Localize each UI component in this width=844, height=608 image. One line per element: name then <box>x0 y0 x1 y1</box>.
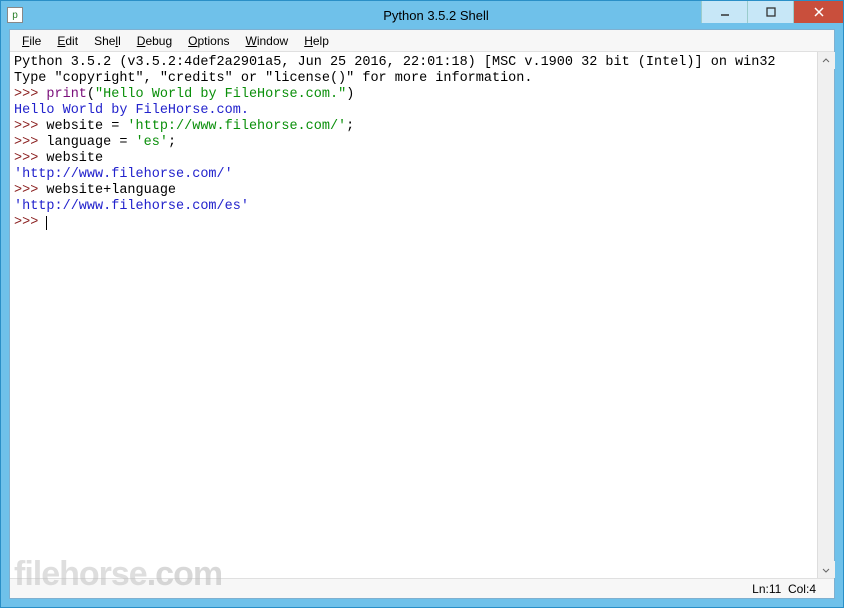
col-label: Col: <box>788 582 809 596</box>
col-number: 4 <box>809 582 816 596</box>
minimize-button[interactable] <box>701 1 747 23</box>
prompt: >>> <box>14 135 46 150</box>
paren-close: ) <box>346 87 354 102</box>
statusbar: Ln: 11 Col: 4 <box>10 578 834 598</box>
titlebar[interactable]: p Python 3.5.2 Shell <box>1 1 843 29</box>
banner-line-2: Type "copyright", "credits" or "license(… <box>14 71 532 86</box>
menubar: File Edit Shell Debug Options Window Hel… <box>10 30 834 52</box>
menu-file[interactable]: File <box>14 32 49 50</box>
prompt: >>> <box>14 119 46 134</box>
menu-help[interactable]: Help <box>296 32 337 50</box>
string-literal: 'es' <box>136 135 168 150</box>
menu-window[interactable]: Window <box>238 32 297 50</box>
maximize-button[interactable] <box>747 1 793 23</box>
code-text: ; <box>168 135 176 150</box>
prompt: >>> <box>14 87 46 102</box>
code-text: website+language <box>46 183 176 198</box>
banner-line-1: Python 3.5.2 (v3.5.2:4def2a2901a5, Jun 2… <box>14 55 776 70</box>
window-frame: p Python 3.5.2 Shell File Edit Shell Deb… <box>0 0 844 608</box>
paren-open: ( <box>87 87 95 102</box>
chevron-down-icon <box>822 566 830 574</box>
output-line: Hello World by FileHorse.com. <box>14 103 249 118</box>
builtin-print: print <box>46 87 87 102</box>
vertical-scrollbar[interactable] <box>817 52 834 578</box>
client-area: File Edit Shell Debug Options Window Hel… <box>9 29 835 599</box>
string-literal: 'http://www.filehorse.com/' <box>127 119 346 134</box>
menu-edit[interactable]: Edit <box>49 32 86 50</box>
code-text: ; <box>346 119 354 134</box>
text-cursor <box>46 216 47 230</box>
maximize-icon <box>765 6 777 18</box>
menu-debug[interactable]: Debug <box>129 32 180 50</box>
close-button[interactable] <box>793 1 843 23</box>
prompt: >>> <box>14 215 46 230</box>
string-literal: "Hello World by FileHorse.com." <box>95 87 346 102</box>
code-text: website = <box>46 119 127 134</box>
code-text: website <box>46 151 103 166</box>
menu-options[interactable]: Options <box>180 32 237 50</box>
output-line: 'http://www.filehorse.com/' <box>14 167 233 182</box>
scroll-down-button[interactable] <box>818 561 835 578</box>
line-number: 11 <box>769 582 781 596</box>
line-label: Ln: <box>752 582 769 596</box>
minimize-icon <box>719 6 731 18</box>
editor-wrap: Python 3.5.2 (v3.5.2:4def2a2901a5, Jun 2… <box>10 52 834 578</box>
shell-text-area[interactable]: Python 3.5.2 (v3.5.2:4def2a2901a5, Jun 2… <box>10 52 817 578</box>
output-line: 'http://www.filehorse.com/es' <box>14 199 249 214</box>
code-text: language = <box>46 135 135 150</box>
close-icon <box>813 6 825 18</box>
menu-shell[interactable]: Shell <box>86 32 129 50</box>
prompt: >>> <box>14 151 46 166</box>
scroll-up-button[interactable] <box>818 52 835 69</box>
chevron-up-icon <box>822 57 830 65</box>
prompt: >>> <box>14 183 46 198</box>
python-icon: p <box>7 7 23 23</box>
window-controls <box>701 1 843 23</box>
